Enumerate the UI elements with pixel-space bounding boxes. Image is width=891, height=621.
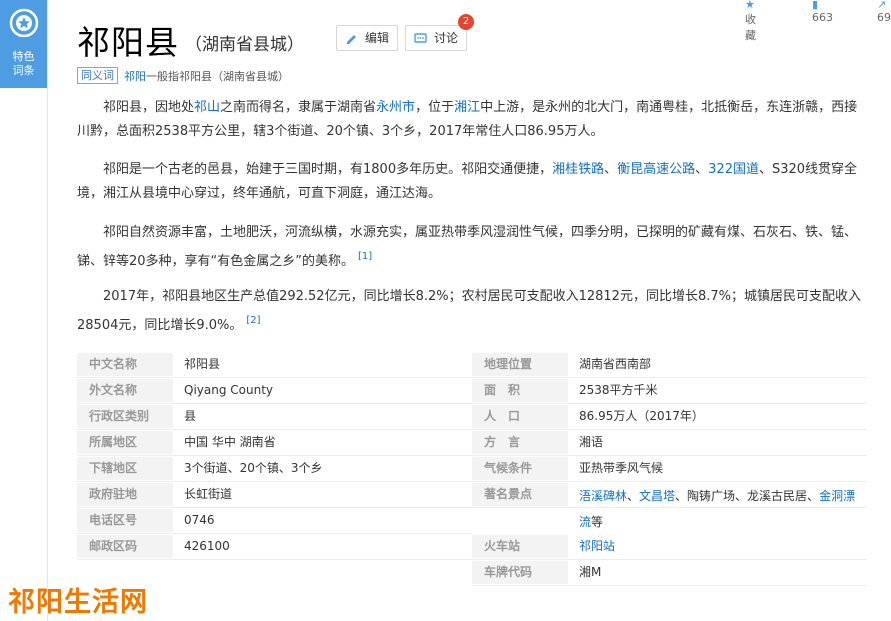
favorite-button[interactable]: ★ 收藏	[745, 0, 756, 43]
share-button[interactable]: ↗ 69	[877, 0, 891, 24]
scenic-spots-suffix: 等	[591, 515, 604, 529]
info-row: 面 积 2538平方千米	[77, 379, 867, 402]
reference-1[interactable]: [1]	[358, 251, 372, 262]
summary-paragraph-3: 祁阳自然资源丰富，土地肥沃，河流纵横，水源充实，属亚热带季风湿润性气候，四季分明…	[77, 225, 858, 269]
info-row-divider	[472, 585, 867, 586]
info-label: 著名景点	[472, 483, 568, 506]
info-label: 地理位置	[472, 353, 568, 376]
info-value: 湖南省西南部	[579, 357, 652, 371]
info-label: 气候条件	[472, 457, 568, 480]
info-value: 0746	[184, 513, 215, 527]
info-row-divider	[77, 559, 472, 560]
info-label: 方 言	[472, 431, 568, 454]
scenic-spots-text: 、陶铸广场、龙溪古民居、	[675, 489, 820, 503]
info-row-divider	[77, 507, 472, 508]
info-row: 人 口 86.95万人（2017年）	[77, 405, 867, 428]
info-label: 电话区号	[77, 509, 173, 532]
pencil-icon	[347, 35, 356, 44]
info-row: 地理位置 湖南省西南部	[77, 353, 867, 376]
featured-badge-label: 特色 词条	[12, 50, 35, 77]
info-row: 火车站 祁阳站	[77, 535, 867, 558]
info-row-divider	[472, 403, 867, 404]
edit-button[interactable]: 编辑	[336, 25, 398, 51]
info-row-divider	[472, 377, 867, 378]
share-icon: ↗	[877, 0, 887, 11]
info-row: 车牌代码 湘M	[77, 561, 867, 584]
link-wenchang-tower[interactable]: 文昌塔	[639, 489, 675, 503]
link-wuxi-steles[interactable]: 浯溪碑林	[579, 489, 627, 503]
link-hengkun-expressway[interactable]: 衡昆高速公路	[617, 162, 695, 177]
info-row: 气候条件 亚热带季风气候	[77, 457, 867, 480]
synonym-link[interactable]: 祁阳	[124, 70, 146, 83]
info-row-divider	[77, 429, 472, 430]
info-value: 亚热带季风气候	[579, 461, 664, 475]
discuss-count-badge: 2	[458, 14, 474, 30]
reference-2[interactable]: [2]	[246, 315, 260, 326]
featured-entry-badge[interactable]: 特色 词条	[0, 0, 47, 88]
info-row-divider	[77, 481, 472, 482]
info-row-divider	[472, 559, 867, 560]
info-label: 火车站	[472, 535, 568, 558]
star-icon: ★	[745, 0, 755, 11]
featured-star-icon	[9, 8, 39, 38]
info-row-divider	[77, 455, 472, 456]
link-qishan[interactable]: 祁山	[194, 100, 220, 115]
comment-icon	[414, 33, 427, 43]
info-value: 浯溪碑林、文昌塔、陶铸广场、龙溪古民居、金洞漂流等	[579, 483, 864, 535]
info-row-divider	[77, 377, 472, 378]
thumb-up-icon: ▮	[812, 0, 819, 11]
summary-paragraph-2: 祁阳是一个古老的邑县，始建于三国时期，有1800多年历史。祁阳交通便捷，湘桂铁路…	[77, 162, 858, 201]
info-row-divider	[472, 429, 867, 430]
link-qiyang-station[interactable]: 祁阳站	[579, 539, 615, 553]
discuss-button[interactable]: 讨论	[405, 25, 467, 51]
info-value: 祁阳站	[579, 535, 615, 558]
summary-paragraph-1: 祁阳县，因地处祁山之南而得名，隶属于湖南省永州市，位于湘江中上游，是永州的北大门…	[77, 100, 858, 139]
link-yongzhou[interactable]: 永州市	[376, 100, 415, 115]
info-label: 车牌代码	[472, 561, 568, 584]
info-value: 2538平方千米	[579, 383, 658, 397]
info-row-divider	[77, 533, 472, 534]
info-row: 著名景点 浯溪碑林、文昌塔、陶铸广场、龙溪古民居、金洞漂流等	[77, 483, 867, 529]
page-title: 祁阳县	[77, 23, 179, 62]
info-row-divider	[472, 455, 867, 456]
info-row: 方 言湘语	[77, 431, 867, 454]
synonym-text: 祁阳一般指祁阳县（湖南省县城）	[124, 70, 289, 83]
info-value: 湘M	[579, 565, 602, 579]
info-row-divider	[77, 403, 472, 404]
site-watermark: 祁阳生活网	[8, 587, 148, 618]
synonym-tag[interactable]: 同义词	[77, 67, 118, 84]
info-label: 面 积	[472, 379, 568, 402]
page-subtitle: （湖南省县城）	[185, 35, 304, 55]
summary-paragraph-4: 2017年，祁阳县地区生产总值292.52亿元，同比增长8.2%；农村居民可支配…	[77, 289, 861, 333]
link-322-highway[interactable]: 322国道	[708, 162, 759, 177]
info-row-divider	[472, 481, 867, 482]
link-xianggui-railway[interactable]: 湘桂铁路	[552, 162, 604, 177]
link-xiangjiang[interactable]: 湘江	[454, 100, 480, 115]
info-row-divider	[472, 507, 867, 508]
info-value: 湘语	[579, 435, 604, 449]
info-label: 人 口	[472, 405, 568, 428]
text-separator: 、	[627, 489, 640, 503]
info-value: 86.95万人（2017年）	[579, 409, 704, 423]
like-button[interactable]: ▮ 663	[812, 0, 833, 24]
sidebar-divider	[47, 0, 48, 621]
